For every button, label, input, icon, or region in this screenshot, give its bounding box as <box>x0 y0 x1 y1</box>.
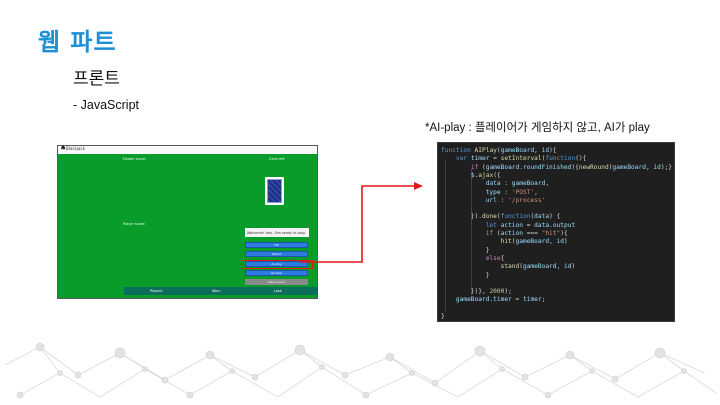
code-line: type : 'POST', <box>485 188 538 196</box>
code-line: let action = data.output <box>485 221 576 229</box>
code-line: gameBoard.timer = timer; <box>455 296 546 304</box>
code-line: data : gameBoard, <box>485 180 550 188</box>
code-line: if (action === "hit"){ <box>485 230 568 237</box>
code-line: stand(gameBoard, id) <box>500 263 576 271</box>
arrow-head-icon <box>414 182 423 190</box>
code-line: })}, 2000); <box>441 288 512 296</box>
code-line: else{ <box>485 254 505 262</box>
code-line: var timer = setInterval(function(){ <box>455 155 587 163</box>
code-line: } <box>441 271 490 279</box>
code-line: } <box>441 312 445 320</box>
code-line: url : '/process' <box>485 196 546 204</box>
code-line: } <box>441 246 490 254</box>
code-line: }).done(function(data) { <box>441 213 561 221</box>
code-panel: function AIPlay(gameBoard, id){ var time… <box>437 142 675 322</box>
code-line: if (gameBoard.roundFinished){newRound(ga… <box>470 163 673 171</box>
network-decoration <box>4 342 717 399</box>
code-line: function AIPlay(gameBoard, id){ <box>441 147 557 154</box>
code-line: hit(gameBoard, id) <box>500 238 568 246</box>
code-line: $.ajax({ <box>470 171 501 179</box>
